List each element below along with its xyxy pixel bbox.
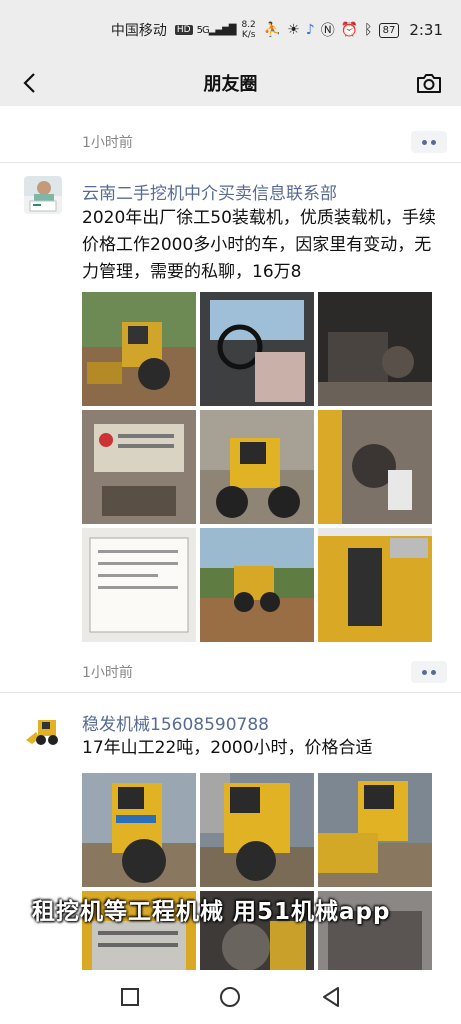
brightness-icon: ☀ xyxy=(287,22,300,38)
photo-thumbnail[interactable] xyxy=(82,528,196,642)
carrier-label: 中国移动 xyxy=(110,23,167,39)
photo-thumbnail[interactable] xyxy=(318,292,432,406)
avatar[interactable] xyxy=(24,710,62,748)
fitness-icon: ⛹ xyxy=(263,22,282,38)
square-icon xyxy=(121,988,140,1006)
post-author[interactable]: 稳发机械15608590788 xyxy=(82,710,269,735)
alarm-icon: ⏰ xyxy=(340,22,359,38)
photo-grid xyxy=(82,292,432,642)
back-nav-button[interactable] xyxy=(317,983,345,1011)
photo-thumbnail[interactable] xyxy=(200,773,314,887)
system-nav-bar xyxy=(0,970,461,1024)
battery-icon: 87 xyxy=(378,22,400,38)
photo-thumbnail[interactable] xyxy=(318,773,432,887)
chevron-left-icon xyxy=(23,73,35,93)
status-bar: 中国移动 HD 5G▂▄▆█ 8.2 K/s ⛹ ☀ ♪ Ⓝ ⏰ ᛒ 87 2:… xyxy=(0,0,461,60)
speed-value: 8.2 xyxy=(241,20,256,30)
more-button[interactable] xyxy=(411,131,447,153)
camera-button[interactable] xyxy=(415,69,443,97)
nav-bar: 朋友圈 xyxy=(0,60,461,106)
photo-thumbnail[interactable] xyxy=(82,410,196,524)
moments-feed[interactable]: 1小时前 云南二手挖机中介买卖信息联系部 2020年出厂徐工50装载机，优质装载… xyxy=(0,106,461,970)
hd-badge: HD xyxy=(174,25,193,35)
home-button[interactable] xyxy=(216,983,244,1011)
network-speed: 8.2 K/s xyxy=(241,20,255,40)
clock: 2:31 xyxy=(409,21,443,39)
camera-icon xyxy=(417,74,441,93)
bluetooth-icon: ᛒ xyxy=(364,22,373,38)
divider xyxy=(0,692,461,693)
post-text: 2020年出厂徐工50装载机，优质装载机，手续价格工作2000多小时的车，因家里… xyxy=(82,208,436,282)
signal-icon: 5G▂▄▆█ xyxy=(196,24,237,36)
avatar[interactable] xyxy=(24,176,62,214)
post-time: 1小时前 xyxy=(82,665,133,681)
music-icon: ♪ xyxy=(305,22,315,38)
photo-grid xyxy=(82,773,432,970)
photo-thumbnail[interactable] xyxy=(318,410,432,524)
post-author[interactable]: 云南二手挖机中介买卖信息联系部 xyxy=(82,179,337,204)
circle-icon xyxy=(220,987,241,1007)
post-text: 17年山工22吨，2000小时，价格合适 xyxy=(82,738,373,758)
photo-thumbnail[interactable] xyxy=(200,410,314,524)
post-time: 1小时前 xyxy=(82,135,133,151)
recents-button[interactable] xyxy=(116,983,144,1011)
divider xyxy=(0,162,461,163)
more-button[interactable] xyxy=(411,661,447,683)
photo-thumbnail[interactable] xyxy=(318,528,432,642)
speed-unit: K/s xyxy=(241,30,256,40)
nfc-icon: Ⓝ xyxy=(320,23,335,39)
photo-thumbnail[interactable] xyxy=(82,773,196,887)
network-type: 5G xyxy=(196,24,210,36)
photo-thumbnail[interactable] xyxy=(200,528,314,642)
photo-thumbnail[interactable] xyxy=(82,292,196,406)
watermark-text: 租挖机等工程机械 用51机械app xyxy=(32,899,391,925)
page-title: 朋友圈 xyxy=(203,74,258,95)
photo-thumbnail[interactable] xyxy=(200,292,314,406)
back-button[interactable] xyxy=(14,68,44,98)
triangle-back-icon xyxy=(322,987,339,1007)
